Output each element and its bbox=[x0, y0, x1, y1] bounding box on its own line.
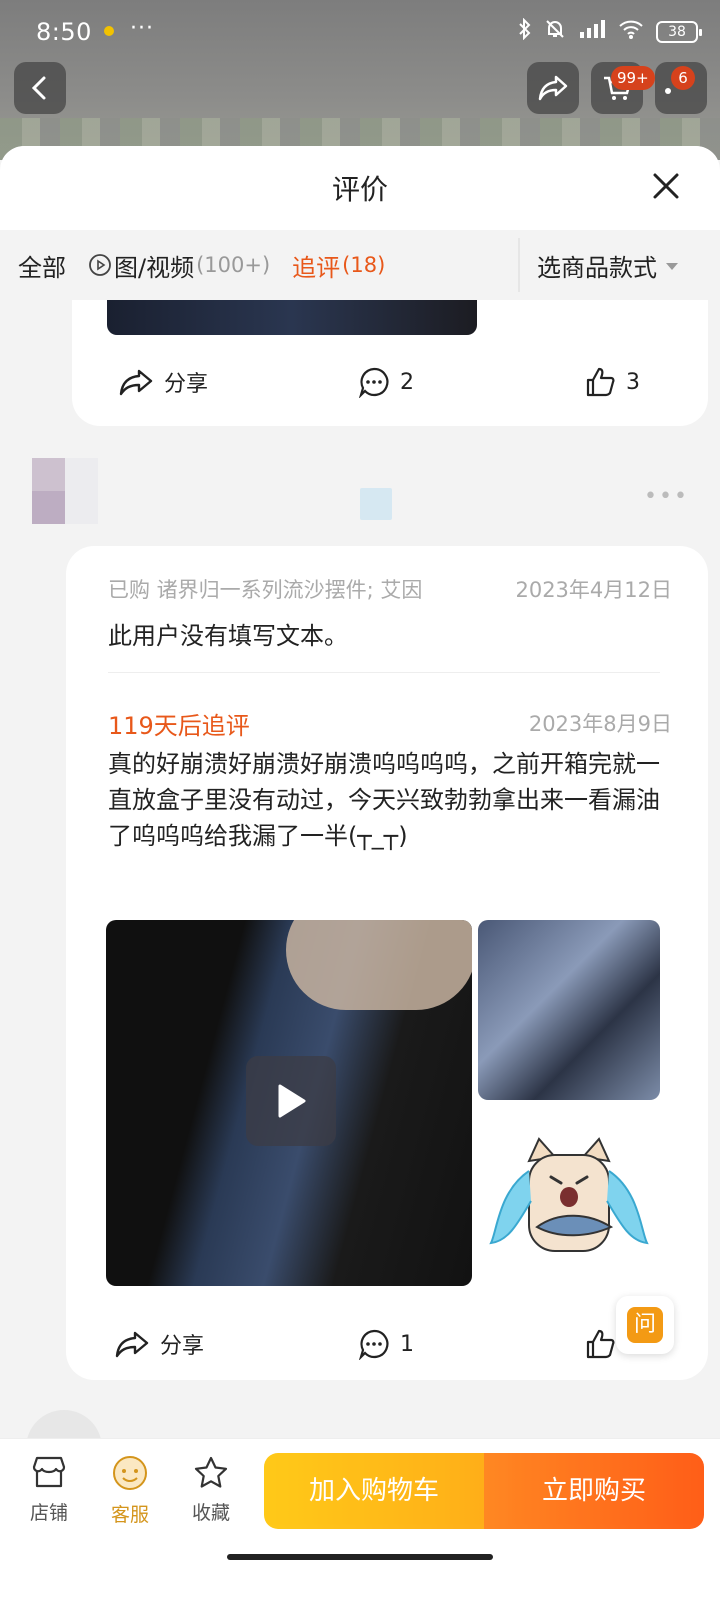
review-date: 2023年4月12日 bbox=[515, 578, 672, 602]
sheet-title: 评价 bbox=[331, 173, 388, 206]
followup-text: 真的好崩溃好崩溃好崩溃呜呜呜呜，之前开箱完就一直放盒子里没有动过，今天兴致勃勃拿… bbox=[108, 750, 660, 850]
thumbs-up-icon bbox=[586, 367, 615, 397]
more-dot-icon bbox=[665, 88, 671, 94]
customer-service-label: 客服 bbox=[110, 1504, 149, 1526]
share-label: 分享 bbox=[160, 1334, 205, 1359]
comment-icon bbox=[358, 367, 389, 398]
home-indicator[interactable] bbox=[227, 1554, 493, 1560]
battery-icon: 38 bbox=[656, 20, 702, 43]
customer-service-icon bbox=[113, 1456, 147, 1490]
review-card: 已购 诸界归一系列流沙摆件; 艾因 2023年4月12日 此用户没有填写文本。 … bbox=[66, 546, 708, 1380]
comment-count: 1 bbox=[400, 1331, 414, 1357]
crying-cat-icon bbox=[489, 1137, 649, 1252]
divider bbox=[108, 672, 660, 673]
message-button[interactable]: 6 bbox=[655, 62, 707, 114]
review-card: 分享 2 3 bbox=[72, 300, 708, 426]
filter-label: 图/视频 bbox=[114, 253, 195, 282]
filter-tab-all[interactable]: 全部 bbox=[18, 248, 66, 283]
ask-question-button[interactable]: 问 bbox=[616, 1296, 674, 1354]
play-button[interactable] bbox=[246, 1056, 336, 1146]
share-icon bbox=[119, 369, 153, 396]
status-bar: 8:50 ··· 38 bbox=[0, 0, 720, 64]
bell-muted-icon bbox=[544, 18, 566, 45]
store-button[interactable]: 店铺 bbox=[14, 1455, 84, 1525]
review-actions: 分享 1 bbox=[72, 1316, 708, 1376]
filter-divider bbox=[518, 238, 520, 292]
status-icons: 38 bbox=[518, 17, 702, 45]
ask-label: 问 bbox=[627, 1307, 663, 1343]
filter-count: (100+) bbox=[196, 253, 271, 277]
customer-service-button[interactable]: 客服 bbox=[95, 1455, 165, 1527]
share-action[interactable]: 分享 bbox=[114, 1328, 204, 1360]
sheet-header: 评价 bbox=[0, 146, 720, 230]
thumbs-up-icon bbox=[586, 1329, 615, 1359]
close-icon[interactable] bbox=[650, 170, 682, 202]
message-badge: 6 bbox=[671, 66, 695, 90]
signal-icon bbox=[578, 18, 606, 45]
review-photo[interactable] bbox=[478, 920, 660, 1100]
buy-now-button[interactable]: 立即购买 bbox=[484, 1453, 704, 1529]
comment-count: 2 bbox=[400, 369, 414, 395]
notification-dot-icon bbox=[104, 26, 114, 36]
crying-cat-sticker[interactable] bbox=[478, 1106, 660, 1286]
cart-button[interactable]: 99+ bbox=[591, 62, 655, 114]
add-to-cart-button[interactable]: 加入购物车 bbox=[264, 1453, 484, 1529]
wifi-icon bbox=[618, 18, 644, 45]
store-label: 店铺 bbox=[29, 1502, 68, 1524]
play-circle-icon bbox=[89, 254, 111, 276]
share-action[interactable]: 分享 bbox=[118, 366, 208, 398]
share-icon bbox=[538, 75, 568, 101]
filter-bar: 全部 图/视频 (100+) 追评 (18) 选商品款式 bbox=[0, 230, 720, 300]
reviewer-avatar[interactable] bbox=[32, 458, 98, 524]
bottom-action-bar: 店铺 客服 收藏 加入购物车 立即购买 bbox=[0, 1438, 720, 1600]
review-actions: 分享 2 3 bbox=[72, 354, 708, 414]
filter-count: (18) bbox=[342, 253, 386, 277]
play-icon bbox=[278, 1084, 306, 1118]
review-text: 此用户没有填写文本。 bbox=[108, 622, 348, 650]
like-action[interactable] bbox=[584, 1328, 616, 1360]
comment-action[interactable]: 2 bbox=[358, 366, 414, 398]
share-icon bbox=[115, 1331, 149, 1358]
comment-action[interactable]: 1 bbox=[358, 1328, 414, 1360]
favorite-button[interactable]: 收藏 bbox=[176, 1455, 246, 1525]
variant-select-label: 选商品款式 bbox=[537, 254, 657, 282]
filter-label: 追评 bbox=[292, 253, 341, 282]
bluetooth-icon bbox=[518, 17, 532, 45]
star-icon bbox=[194, 1456, 228, 1488]
review-image[interactable] bbox=[107, 300, 477, 335]
favorite-label: 收藏 bbox=[191, 1502, 230, 1524]
purchase-info: 已购 诸界归一系列流沙摆件; 艾因 bbox=[108, 578, 423, 602]
filter-tab-followup[interactable]: 追评 (18) bbox=[292, 248, 385, 283]
cart-badge: 99+ bbox=[611, 66, 655, 90]
share-button-top[interactable] bbox=[527, 62, 579, 114]
like-count: 3 bbox=[626, 369, 640, 395]
caret-down-icon bbox=[666, 262, 678, 270]
filter-label: 全部 bbox=[18, 253, 66, 282]
back-button[interactable] bbox=[14, 62, 66, 114]
filter-tab-media[interactable]: 图/视频 (100+) bbox=[88, 248, 270, 283]
chevron-left-icon bbox=[31, 76, 46, 100]
status-time: 8:50 bbox=[36, 18, 92, 46]
video-thumbnail bbox=[286, 920, 472, 1010]
like-action[interactable]: 3 bbox=[584, 366, 640, 398]
share-label: 分享 bbox=[164, 372, 209, 397]
followup-date: 2023年8月9日 bbox=[528, 712, 672, 736]
followup-label: 119天后追评 bbox=[108, 712, 250, 740]
review-video[interactable] bbox=[106, 920, 472, 1286]
comment-icon bbox=[358, 1329, 389, 1360]
more-options-icon[interactable]: ••• bbox=[644, 484, 689, 509]
reviewer-badge-icon bbox=[360, 488, 392, 520]
store-icon bbox=[32, 1456, 66, 1488]
status-more: ··· bbox=[130, 16, 154, 41]
variant-select[interactable]: 选商品款式 bbox=[537, 248, 679, 283]
